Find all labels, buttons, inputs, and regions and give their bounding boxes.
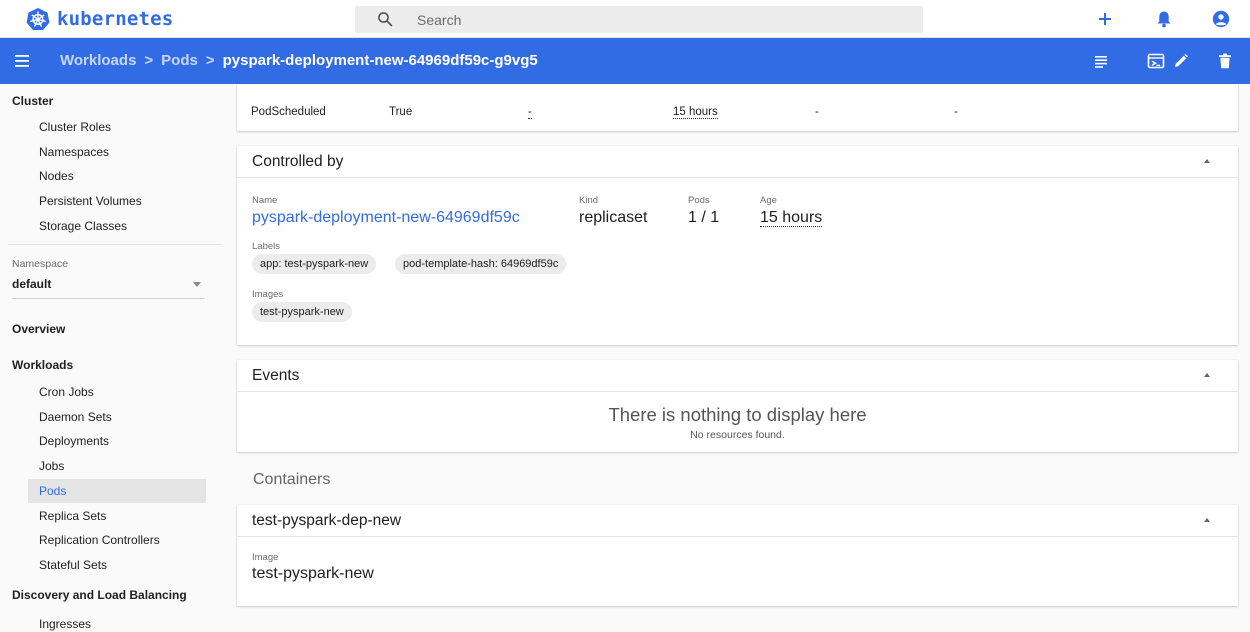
breadcrumb-workloads[interactable]: Workloads	[60, 52, 136, 69]
chevron-down-icon	[193, 282, 201, 287]
sidebar-item-pods[interactable]: Pods	[28, 479, 206, 503]
delete-button[interactable]	[1214, 50, 1236, 72]
chevron-up-icon[interactable]	[1204, 159, 1210, 163]
container-card: test-pyspark-dep-new Image test-pyspark-…	[237, 505, 1238, 606]
label-chip: app: test-pyspark-new	[252, 254, 377, 274]
age-label: Age	[760, 195, 777, 206]
logs-button[interactable]	[1090, 50, 1112, 72]
bell-icon	[1157, 11, 1171, 28]
condition-type: PodScheduled	[251, 106, 326, 118]
card-header[interactable]: Controlled by	[237, 146, 1238, 178]
chevron-up-icon[interactable]	[1204, 518, 1210, 522]
app-name: kubernetes	[57, 8, 174, 30]
containers-section-title: Containers	[253, 471, 331, 488]
account-icon	[1212, 10, 1230, 28]
card-title: Events	[252, 367, 300, 384]
controller-name-link[interactable]: pyspark-deployment-new-64969df59c	[252, 209, 520, 227]
pods-label: Pods	[688, 195, 710, 206]
sidebar-item-namespaces[interactable]: Namespaces	[28, 140, 206, 164]
container-name: test-pyspark-dep-new	[252, 512, 402, 529]
condition-reason: -	[815, 106, 819, 118]
container-image: test-pyspark-new	[252, 565, 374, 582]
sidebar-item-nodes[interactable]: Nodes	[28, 164, 206, 188]
condition-last-transition: 15 hours	[673, 106, 718, 119]
condition-status: True	[389, 106, 413, 118]
sidebar-item-replication-controllers[interactable]: Replication Controllers	[28, 528, 206, 552]
exec-button[interactable]	[1145, 50, 1167, 72]
empty-state-subtitle: No resources found.	[690, 429, 785, 441]
label-chip: pod-template-hash: 64969df59c	[395, 254, 567, 274]
delete-icon	[1219, 53, 1231, 69]
top-bar: kubernetes	[0, 0, 1250, 38]
sidebar-item-ingresses[interactable]: Ingresses	[28, 612, 206, 632]
app-logo[interactable]: kubernetes	[26, 7, 173, 31]
namespace-select[interactable]: default	[12, 277, 205, 299]
account-button[interactable]	[1210, 8, 1232, 30]
sidebar-item-daemon-sets[interactable]: Daemon Sets	[28, 405, 206, 429]
namespace-value: default	[12, 277, 52, 291]
sidebar-heading-workloads[interactable]: Workloads	[12, 358, 73, 372]
sidebar-heading-discovery[interactable]: Discovery and Load Balancing	[12, 588, 187, 602]
search-input[interactable]	[417, 6, 897, 33]
breadcrumb: Workloads > Pods > pyspark-deployment-ne…	[60, 52, 538, 69]
card-title: Controlled by	[252, 153, 344, 170]
breadcrumb-separator: >	[144, 52, 154, 69]
notifications-button[interactable]	[1153, 8, 1175, 30]
kind-label: Kind	[579, 195, 599, 206]
sidebar-item-storage-classes[interactable]: Storage Classes	[28, 214, 206, 238]
events-card: Events There is nothing to display here …	[237, 360, 1238, 452]
sidebar-item-persistent-volumes[interactable]: Persistent Volumes	[28, 189, 206, 213]
conditions-card: PodScheduled True - 15 hours - -	[237, 84, 1238, 131]
sidebar-item-cluster-roles[interactable]: Cluster Roles	[28, 115, 206, 139]
sidebar-item-replica-sets[interactable]: Replica Sets	[28, 504, 206, 528]
image-label: Image	[252, 552, 279, 563]
condition-message: -	[954, 106, 958, 118]
sidebar-item-cron-jobs[interactable]: Cron Jobs	[28, 380, 206, 404]
controller-kind: replicaset	[579, 209, 648, 226]
breadcrumb-separator: >	[205, 52, 215, 69]
page-title: pyspark-deployment-new-64969df59c-g9vg5	[222, 52, 538, 69]
controller-pods: 1 / 1	[688, 209, 720, 226]
empty-state-title: There is nothing to display here	[608, 404, 867, 425]
chevron-up-icon[interactable]	[1204, 373, 1210, 377]
add-icon	[1099, 13, 1111, 25]
kubernetes-logo-icon	[26, 8, 50, 30]
add-button[interactable]	[1094, 8, 1116, 30]
sidebar-item-deployments[interactable]: Deployments	[28, 429, 206, 453]
edit-icon	[1175, 54, 1188, 67]
namespace-label: Namespace	[12, 258, 69, 270]
sidebar-item-stateful-sets[interactable]: Stateful Sets	[28, 553, 206, 577]
labels-label: Labels	[252, 241, 280, 252]
condition-last-probe: -	[528, 106, 532, 119]
breadcrumb-pods[interactable]: Pods	[161, 52, 198, 69]
logs-icon	[1095, 56, 1107, 68]
page-toolbar: Workloads > Pods > pyspark-deployment-ne…	[0, 38, 1250, 84]
controlled-by-card: Controlled by Name pyspark-deployment-ne…	[237, 146, 1238, 345]
sidebar-divider	[8, 244, 221, 245]
search-icon	[378, 12, 393, 27]
card-header[interactable]: test-pyspark-dep-new	[237, 505, 1238, 537]
menu-icon[interactable]	[14, 52, 32, 70]
exec-icon	[1147, 53, 1165, 69]
name-label: Name	[252, 195, 278, 206]
image-chip: test-pyspark-new	[252, 302, 352, 322]
images-label: Images	[252, 289, 284, 300]
sidebar-item-overview[interactable]: Overview	[12, 322, 65, 336]
edit-button[interactable]	[1170, 50, 1192, 72]
search-bar[interactable]	[355, 6, 923, 33]
sidebar: Cluster Cluster Roles Namespaces Nodes P…	[0, 84, 221, 632]
sidebar-heading-cluster: Cluster	[12, 94, 54, 108]
card-header[interactable]: Events	[237, 360, 1238, 392]
controller-age: 15 hours	[760, 209, 823, 227]
sidebar-item-jobs[interactable]: Jobs	[28, 454, 206, 478]
